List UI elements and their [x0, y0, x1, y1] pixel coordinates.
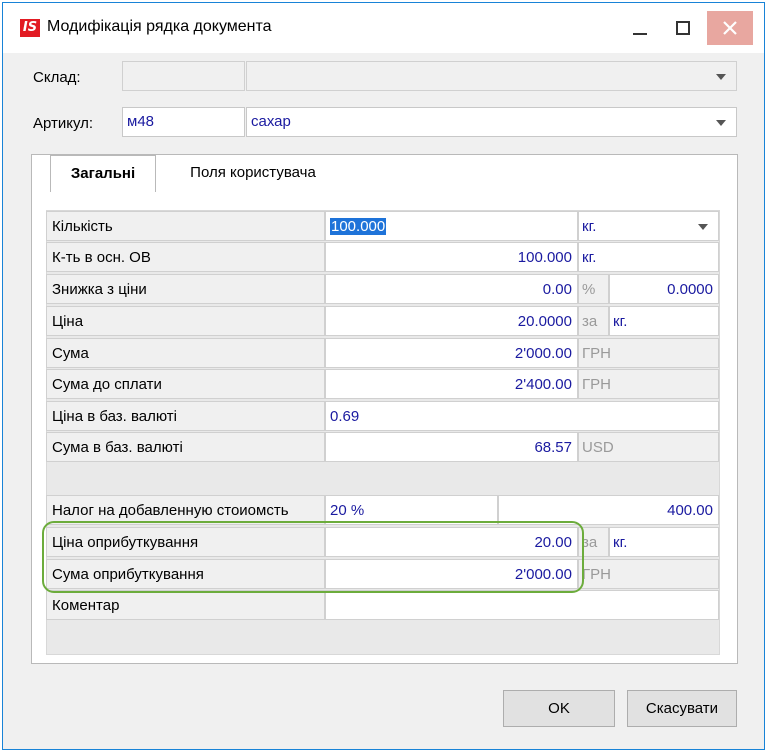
sklad-name-select [246, 61, 737, 91]
sklad-dropdown-icon [716, 74, 726, 80]
price-per-unit[interactable]: кг. [609, 306, 719, 336]
row-label-vat: Налог на добавленную стоиомсть [46, 495, 325, 525]
row-label-quantity: Кількість [46, 211, 325, 241]
tab-user-fields[interactable]: Поля користувача [168, 155, 338, 192]
tab-general[interactable]: Загальні [50, 155, 156, 192]
unit-dropdown-icon[interactable] [698, 224, 708, 230]
row-label-price: Ціна [46, 306, 325, 336]
row-label-discount: Знижка з ціни [46, 274, 325, 304]
price-base-currency-value[interactable]: 0.69 [325, 401, 719, 431]
receipt-price-value[interactable]: 20.00 [325, 527, 578, 557]
sum-base-currency-value[interactable]: 68.57 [325, 432, 578, 462]
receipt-sum-value[interactable]: 2'000.00 [325, 559, 578, 589]
comment-field[interactable] [325, 590, 719, 620]
sklad-code-field [122, 61, 245, 91]
quantity-value: 100.000 [330, 218, 387, 235]
sum-to-pay-currency: ГРН [578, 369, 719, 399]
price-value[interactable]: 20.0000 [325, 306, 578, 336]
app-logo-icon: IS [20, 19, 40, 37]
row-label-sum-to-pay: Сума до сплати [46, 369, 325, 399]
maximize-icon [676, 21, 690, 35]
receipt-sum-currency: ГРН [578, 559, 719, 589]
row-label-sum: Сума [46, 338, 325, 368]
sum-base-currency-unit: USD [578, 432, 719, 462]
row-label-comment: Коментар [46, 590, 325, 620]
discount-extra-value[interactable]: 0.0000 [609, 274, 719, 304]
row-label-receipt-price: Ціна оприбуткування [46, 527, 325, 557]
artikul-label: Артикул: [33, 115, 94, 132]
discount-unit: % [578, 274, 609, 304]
row-label-receipt-sum: Сума оприбуткування [46, 559, 325, 589]
artikul-dropdown-icon[interactable] [716, 120, 726, 126]
sum-value[interactable]: 2'000.00 [325, 338, 578, 368]
row-label-price-base-currency: Ціна в баз. валюті [46, 401, 325, 431]
close-button[interactable] [707, 11, 753, 45]
row-label-qty-base: К-ть в осн. ОВ [46, 242, 325, 272]
vat-amount-value[interactable]: 400.00 [498, 495, 719, 525]
minimize-icon [633, 33, 647, 35]
title-bar[interactable]: IS Модифікація рядка документа [3, 3, 764, 53]
price-per-label: за [578, 306, 609, 336]
vat-rate-select[interactable]: 20 % [325, 495, 498, 525]
sklad-label: Склад: [33, 69, 81, 86]
sum-to-pay-value[interactable]: 2'400.00 [325, 369, 578, 399]
sum-currency: ГРН [578, 338, 719, 368]
maximize-button[interactable] [661, 11, 705, 45]
qty-base-unit: кг. [578, 242, 719, 272]
discount-value[interactable]: 0.00 [325, 274, 578, 304]
window-title: Модифікація рядка документа [47, 18, 272, 35]
receipt-price-per-label: за [578, 527, 609, 557]
minimize-button[interactable] [618, 11, 662, 45]
quantity-input[interactable]: 100.000 [325, 211, 578, 241]
ok-button[interactable]: OK [503, 690, 615, 727]
artikul-code-field[interactable]: м48 [122, 107, 245, 137]
cancel-button[interactable]: Скасувати [627, 690, 737, 727]
close-icon [723, 21, 737, 35]
receipt-price-per-unit[interactable]: кг. [609, 527, 719, 557]
row-label-sum-base-currency: Сума в баз. валюті [46, 432, 325, 462]
artikul-name-select[interactable]: сахар [246, 107, 737, 137]
qty-base-value[interactable]: 100.000 [325, 242, 578, 272]
